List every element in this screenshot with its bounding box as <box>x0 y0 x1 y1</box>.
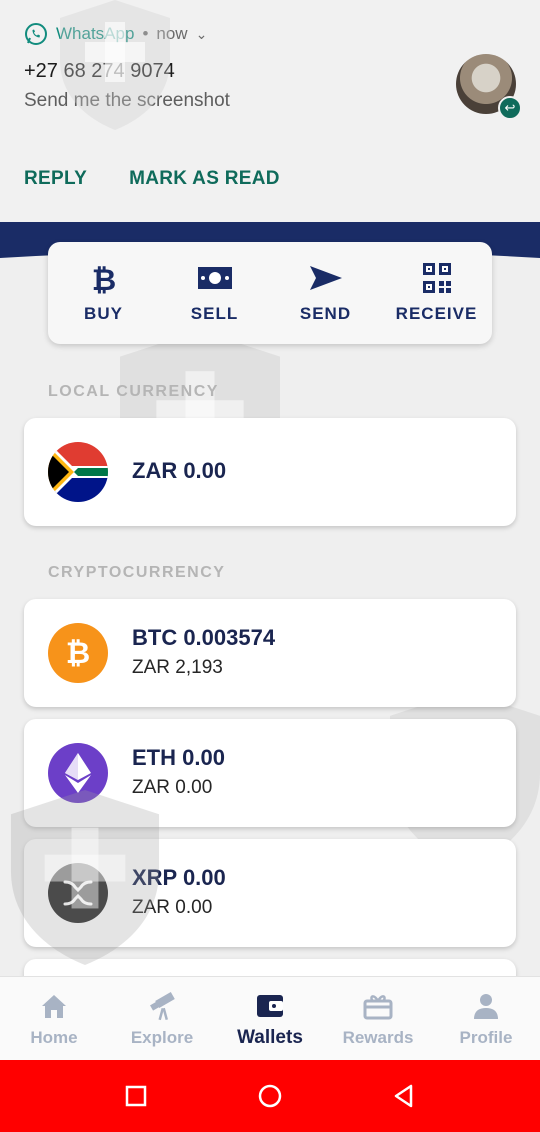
xrp-zar-value: ZAR 0.00 <box>132 897 213 918</box>
svg-text:₿: ₿ <box>91 263 115 294</box>
receive-button[interactable]: RECEIVE <box>387 262 487 324</box>
home-circle-icon[interactable] <box>257 1083 283 1109</box>
wallet-icon <box>257 994 283 1017</box>
section-title-cryptocurrency: CRYPTOCURRENCY <box>48 564 226 581</box>
recents-square-icon[interactable] <box>123 1083 149 1109</box>
qr-code-icon <box>422 263 451 293</box>
reply-button[interactable]: REPLY <box>24 168 87 190</box>
ethereum-icon <box>48 743 108 803</box>
avatar: ↩ <box>456 54 522 120</box>
buy-button[interactable]: ₿ BUY <box>54 262 154 324</box>
nav-rewards[interactable]: Rewards <box>324 990 432 1048</box>
xrp-icon <box>48 863 108 923</box>
nav-explore[interactable]: Explore <box>108 990 216 1048</box>
reply-icon: ↩ <box>498 96 522 120</box>
btc-zar-value: ZAR 2,193 <box>132 657 223 678</box>
bitcoin-icon: ₿ <box>91 263 115 294</box>
separator: • <box>142 24 149 43</box>
bitcoin-icon: ₿ <box>48 623 108 683</box>
bottom-navigation: Home Explore Wallets Rewards Profile <box>0 976 540 1060</box>
xrp-balance: XRP 0.00 <box>132 865 226 890</box>
nav-rewards-label: Rewards <box>342 1027 414 1047</box>
receive-label: RECEIVE <box>395 304 478 323</box>
send-button[interactable]: SEND <box>276 262 376 324</box>
android-navigation-bar <box>0 1060 540 1132</box>
eth-balance: ETH 0.00 <box>132 745 225 770</box>
nav-home-label: Home <box>30 1027 78 1047</box>
mark-as-read-button[interactable]: MARK AS READ <box>129 168 280 190</box>
notification-header: WhatsApp • now ⌄ <box>24 22 207 46</box>
send-icon <box>309 266 342 290</box>
wallet-card-eth[interactable]: ETH 0.00 ZAR 0.00 <box>24 719 516 827</box>
wallet-card-btc[interactable]: ₿ BTC 0.003574 ZAR 2,193 <box>24 599 516 707</box>
back-triangle-icon[interactable] <box>391 1083 417 1109</box>
nav-profile[interactable]: Profile <box>432 990 540 1048</box>
notification-text: Send me the screenshot <box>24 90 230 111</box>
btc-balance: BTC 0.003574 <box>132 625 276 650</box>
sell-label: SELL <box>190 304 239 323</box>
chevron-down-icon[interactable]: ⌄ <box>196 26 208 43</box>
gift-icon <box>363 994 393 1019</box>
section-title-local-currency: LOCAL CURRENCY <box>48 383 219 400</box>
sell-button[interactable]: SELL <box>165 262 265 324</box>
zar-balance: ZAR 0.00 <box>132 458 227 483</box>
quick-actions-card: ₿ BUY SELL SEND RECEIVE <box>48 242 492 344</box>
home-icon <box>42 994 66 1018</box>
nav-profile-label: Profile <box>459 1027 513 1047</box>
whatsapp-icon <box>25 23 47 45</box>
whatsapp-notification[interactable]: WhatsApp • now ⌄ +27 68 274 9074 Send me… <box>0 0 540 222</box>
wallet-card-zar[interactable]: ZAR 0.00 <box>24 418 516 526</box>
nav-home[interactable]: Home <box>0 990 108 1048</box>
send-label: SEND <box>299 304 352 323</box>
app-name: WhatsApp <box>56 24 135 43</box>
buy-label: BUY <box>84 304 123 323</box>
eth-zar-value: ZAR 0.00 <box>132 777 213 798</box>
wallet-card-xrp[interactable]: XRP 0.00 ZAR 0.00 <box>24 839 516 947</box>
nav-wallets-label: Wallets <box>237 1026 303 1048</box>
south-africa-flag-icon <box>48 442 108 502</box>
person-icon <box>474 993 498 1019</box>
telescope-icon <box>150 991 175 1020</box>
nav-wallets[interactable]: Wallets <box>216 989 324 1049</box>
notification-time: now <box>156 24 188 43</box>
nav-explore-label: Explore <box>130 1027 194 1047</box>
banknote-icon <box>197 267 232 289</box>
notification-title: +27 68 274 9074 <box>24 60 175 82</box>
